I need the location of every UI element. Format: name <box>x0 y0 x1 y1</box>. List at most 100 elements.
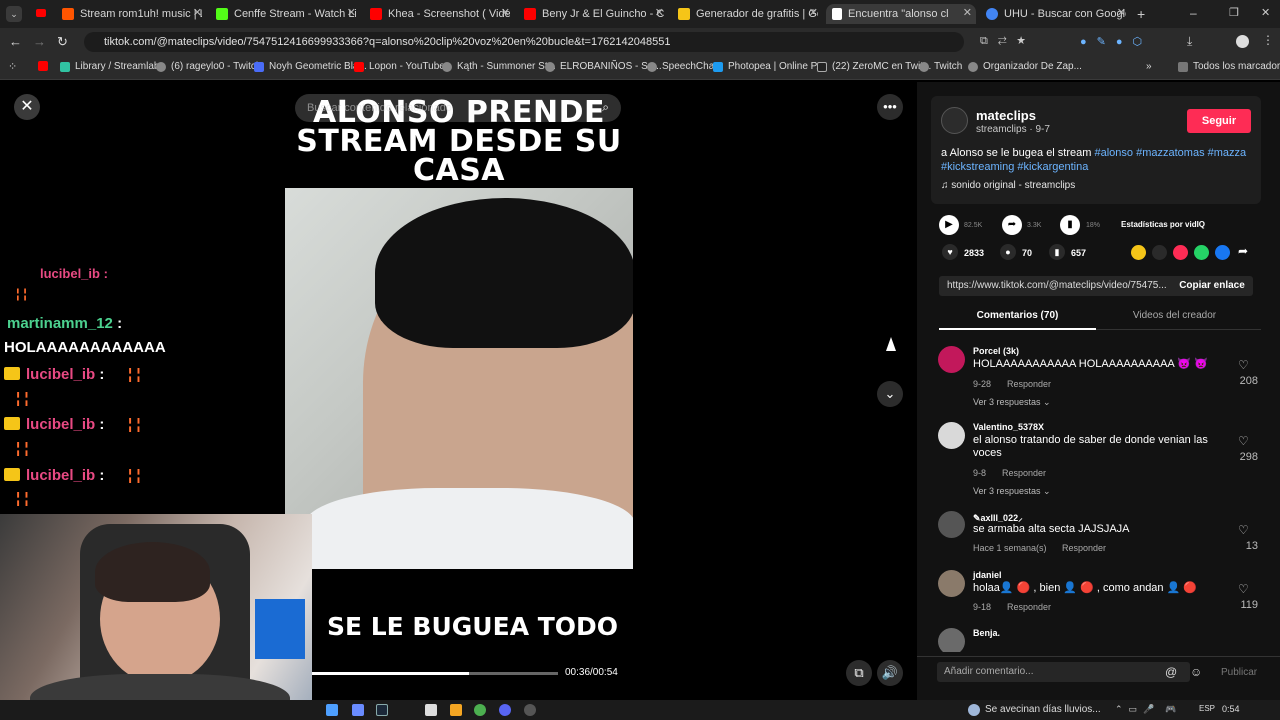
browser-tab-active[interactable]: Encuentra "alonso clip voz ✕ <box>826 4 976 24</box>
creator-avatar[interactable] <box>941 107 968 134</box>
url-field[interactable]: tiktok.com/@mateclips/video/754751241669… <box>84 32 964 52</box>
tab-search-button[interactable]: ⌄ <box>6 6 22 22</box>
taskbar-app-icon[interactable] <box>425 704 437 716</box>
extension-icons[interactable]: ●✎●⬡ <box>1080 35 1152 48</box>
bookmark-item[interactable]: (22) ZeroMC en Twit... <box>817 61 931 72</box>
embed-share-icon[interactable] <box>1152 245 1167 260</box>
forward-arrow-icon[interactable]: → <box>33 34 46 49</box>
heart-icon[interactable]: ♥ <box>942 244 958 260</box>
reply-link[interactable]: Responder <box>1002 468 1046 478</box>
share-arrow-icon[interactable]: ➦ <box>1002 215 1022 235</box>
hashtag[interactable]: #alonso <box>1094 147 1133 159</box>
taskbar-app-icon[interactable] <box>450 704 462 716</box>
chrome-icon[interactable] <box>474 704 486 716</box>
comment-avatar[interactable] <box>938 570 965 597</box>
browser-tab[interactable]: Cenffe Stream - Watch Live on✕ <box>216 4 356 24</box>
close-icon[interactable]: ✕ <box>193 6 202 19</box>
publish-button[interactable]: Publicar <box>1221 667 1257 678</box>
comment-username[interactable]: jdaniel <box>973 570 1002 580</box>
facebook-share-icon[interactable] <box>1215 245 1230 260</box>
close-icon[interactable]: ✕ <box>1117 6 1126 19</box>
reply-link[interactable]: Responder <box>1007 379 1051 389</box>
new-tab-button[interactable]: + <box>1137 6 1145 22</box>
comment-input[interactable]: Añadir comentario... <box>937 662 1190 682</box>
hashtag[interactable]: #kickstreaming <box>941 161 1014 173</box>
bookmark-item[interactable]: Organizador De Zap... <box>968 61 1082 72</box>
apps-icon[interactable]: ⁘ <box>8 60 17 73</box>
play-icon[interactable]: ▶ <box>939 215 959 235</box>
tab-creator-videos[interactable]: Videos del creador <box>1096 310 1253 321</box>
bookmark-icon[interactable]: ▮ <box>1049 244 1065 260</box>
close-icon[interactable]: ✕ <box>809 6 818 19</box>
send-share-icon[interactable] <box>1173 245 1188 260</box>
reply-link[interactable]: Responder <box>1007 602 1051 612</box>
discord-icon[interactable] <box>499 704 511 716</box>
volume-icon[interactable]: 🔊 <box>877 660 903 686</box>
taskbar-app-icon[interactable] <box>352 704 364 716</box>
browser-tab[interactable]: Beny Jr & El Guincho - Combo✕ <box>524 4 664 24</box>
vidiq-stats-label[interactable]: Estadísticas por vidIQ <box>1121 220 1205 229</box>
copy-link-button[interactable]: Copiar enlace <box>1170 276 1254 296</box>
browser-tab[interactable]: Khea - Screenshot ( Video Ofi✕ <box>370 4 510 24</box>
related-search-field[interactable]: Buscar contenido relacionado ⌕ <box>295 94 621 122</box>
bar-chart-icon[interactable]: ▮ <box>1060 215 1080 235</box>
close-icon[interactable]: ✕ <box>963 6 972 19</box>
bookmarks-overflow-icon[interactable]: » <box>1146 61 1152 72</box>
toolbar-icons[interactable]: ⧉⇄★ <box>980 35 1036 48</box>
hashtag[interactable]: #mazzatomas <box>1136 147 1204 159</box>
repost-share-icon[interactable] <box>1131 245 1146 260</box>
comment-like-heart-icon[interactable]: ♡ <box>1238 523 1249 537</box>
tray-icons[interactable]: 🎮 <box>1165 704 1180 715</box>
more-options-icon[interactable]: ••• <box>877 94 903 120</box>
bookmark-item[interactable]: ELROBANIÑOS - Su... <box>545 61 662 72</box>
follow-button[interactable]: Seguir <box>1187 109 1251 133</box>
browser-tab[interactable]: Stream rom1uh! music | Listen✕ <box>62 4 202 24</box>
bookmark-item[interactable]: Kąth - Summoner St... <box>442 61 556 72</box>
comment-username[interactable]: Benja. <box>973 628 1000 638</box>
comment-avatar[interactable] <box>938 628 965 652</box>
comment-icon[interactable]: ● <box>1000 244 1016 260</box>
hashtag[interactable]: #mazza <box>1208 147 1247 159</box>
more-share-arrow-icon[interactable]: ➦ <box>1238 244 1248 258</box>
tab-comments[interactable]: Comentarios (70) <box>939 310 1096 321</box>
restore-icon[interactable]: ❐ <box>1229 6 1239 19</box>
minimize-icon[interactable]: – <box>1190 6 1197 20</box>
hashtag[interactable]: #kickargentina <box>1017 161 1088 173</box>
steam-icon[interactable] <box>376 704 388 716</box>
emoji-icon[interactable]: ☺ <box>1190 665 1202 679</box>
bookmark-item[interactable]: Twitch <box>919 61 962 72</box>
view-replies-link[interactable]: Ver 3 respuestas ⌄ <box>973 397 1051 408</box>
back-arrow-icon[interactable]: ← <box>9 34 22 49</box>
close-video-button[interactable]: ✕ <box>14 94 40 120</box>
search-icon[interactable]: ⌕ <box>602 100 609 115</box>
comment-username[interactable]: Valentino_5378X <box>973 422 1044 432</box>
bookmark-item[interactable]: (6) rageylo0 - Twitch <box>156 61 261 72</box>
taskbar-app-icon[interactable] <box>524 704 536 716</box>
comment-like-heart-icon[interactable]: ♡ <box>1238 358 1249 372</box>
comment-avatar[interactable] <box>938 422 965 449</box>
comment-like-heart-icon[interactable]: ♡ <box>1238 582 1249 596</box>
mention-icon[interactable]: @ <box>1165 665 1177 679</box>
bookmark-item[interactable]: SpeechChat <box>647 61 717 72</box>
creator-username[interactable]: mateclips <box>976 108 1036 123</box>
comment-like-heart-icon[interactable]: ♡ <box>1238 434 1249 448</box>
comment-avatar[interactable] <box>938 346 965 373</box>
comment-avatar[interactable] <box>938 511 965 538</box>
close-window-icon[interactable]: ✕ <box>1261 6 1270 19</box>
language-indicator[interactable]: ESP <box>1199 704 1215 713</box>
bookmark-item[interactable]: Lopon - YouTube <box>354 61 445 72</box>
bookmark-item[interactable] <box>38 61 53 71</box>
start-icon[interactable] <box>326 704 338 716</box>
close-icon[interactable]: ✕ <box>347 6 356 19</box>
whatsapp-share-icon[interactable] <box>1194 245 1209 260</box>
download-icon[interactable]: ⤓ <box>1187 34 1192 49</box>
close-icon[interactable]: ✕ <box>655 6 664 19</box>
system-tray-icons[interactable]: ⌃▭🎤 <box>1115 704 1160 715</box>
all-bookmarks[interactable]: Todos los marcadores <box>1178 61 1280 72</box>
bookmark-item[interactable]: Noyh Geometric Bla... <box>254 61 367 72</box>
taskbar-clock[interactable]: 0:54 <box>1222 704 1240 714</box>
sound-link[interactable]: ♫ sonido original - streamclips <box>941 180 1075 191</box>
reply-link[interactable]: Responder <box>1062 543 1106 553</box>
next-video-chevron-down-icon[interactable]: ⌄ <box>877 381 903 407</box>
floating-player-icon[interactable]: ⧉ <box>846 660 872 686</box>
